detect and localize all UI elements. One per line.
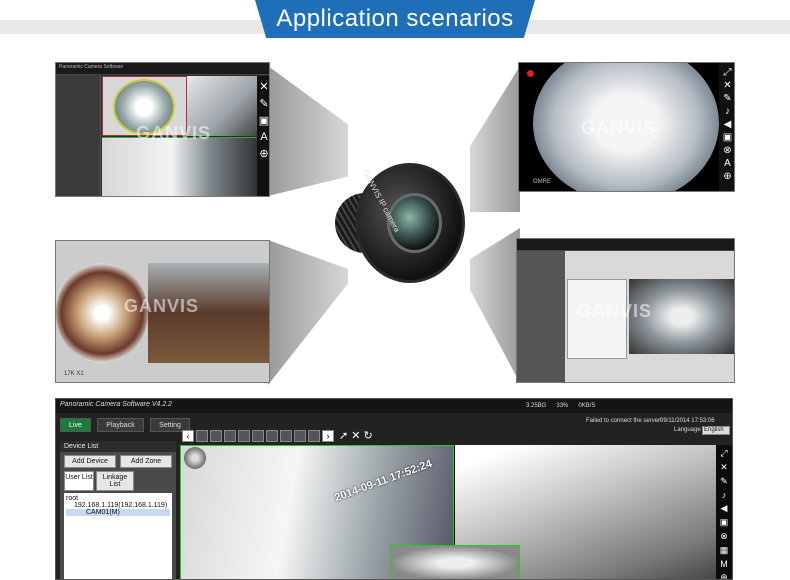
- close-icon[interactable]: ✕: [720, 462, 728, 473]
- tab-live[interactable]: Live: [60, 418, 91, 432]
- language-select[interactable]: English: [702, 426, 730, 435]
- layout-6-icon[interactable]: [266, 429, 278, 442]
- camera-icon[interactable]: ▣: [259, 114, 269, 127]
- software-titlebar: [517, 239, 734, 251]
- layout-8-icon[interactable]: [294, 429, 306, 442]
- mini-fisheye: [184, 447, 206, 469]
- cpu-usage: 33%: [556, 403, 569, 409]
- main-tabs: Live Playback Setting: [60, 414, 192, 432]
- speaker-icon[interactable]: ◀: [721, 503, 728, 514]
- watermark: GANVIS: [124, 296, 200, 316]
- close-icon[interactable]: ✕: [723, 80, 731, 91]
- software-title: Panoramic Camera Software V4.2.2: [56, 399, 732, 413]
- device-panel: Device List Add Device Add Zone User Lis…: [60, 441, 176, 579]
- record-indicator: [527, 70, 534, 77]
- zoom-icon[interactable]: ⤢: [724, 67, 732, 78]
- right-toolbar: ✕ ✎ ▣ A ⊕: [257, 76, 269, 196]
- camera-icon[interactable]: ▣: [723, 132, 732, 143]
- tree-camera[interactable]: CAM01(M): [66, 509, 170, 516]
- layout-9-icon[interactable]: [308, 429, 320, 442]
- software-titlebar: Panoramic Camera Software: [56, 63, 269, 75]
- tree-device[interactable]: 192.168.1.119(192.168.1.119): [66, 502, 170, 509]
- screenshot-software-playback: GANVIS: [516, 238, 735, 383]
- page-title: Application scenarios: [255, 0, 535, 38]
- mic-icon[interactable]: ♪: [725, 106, 730, 117]
- record-icon[interactable]: M: [720, 559, 728, 569]
- language-label: Language: [674, 427, 701, 433]
- view-toolbar: ‹ › ➚ ✕ ↻: [182, 429, 373, 442]
- beam-bottom-right: [470, 228, 520, 383]
- test-caption: Test by 3mp: [80, 563, 145, 577]
- tree-root[interactable]: root: [66, 495, 170, 502]
- tools-icon[interactable]: ✎: [720, 476, 728, 487]
- zoom-in-icon[interactable]: ⊕: [723, 171, 731, 182]
- device-sidebar: [517, 251, 565, 382]
- tab-user-list[interactable]: User List: [64, 471, 94, 491]
- fisheye-lens-photo: GANVIS IP camera: [330, 155, 470, 295]
- layout-7-icon[interactable]: [280, 429, 292, 442]
- net-rate: 0KB/S: [578, 403, 596, 409]
- layout-5-icon[interactable]: [252, 429, 264, 442]
- settings-icon[interactable]: ⊗: [720, 531, 728, 542]
- screenshot-software-quad: Panoramic Camera Software ✕ ✎ ▣ A ⊕ GANV…: [55, 62, 270, 197]
- add-zone-button[interactable]: Add Zone: [120, 455, 172, 468]
- video-tile-inset: [390, 545, 520, 579]
- add-device-button[interactable]: Add Device: [64, 455, 116, 468]
- disk-usage: 3.25BG: [526, 403, 547, 409]
- speaker-icon[interactable]: ◀: [724, 119, 732, 130]
- text-icon[interactable]: A: [260, 131, 267, 143]
- refresh-icon[interactable]: ↻: [363, 429, 372, 442]
- pointer-icon[interactable]: ➚: [339, 429, 348, 442]
- right-toolbar: ⤢ ✕ ✎ ♪ ◀ ▣ ⊗ ▦ M ⊕: [716, 445, 732, 579]
- view-label: 17K X1: [64, 371, 84, 377]
- layout-1-icon[interactable]: [196, 429, 208, 442]
- datetime: 09/11/2014 17:53:06: [660, 418, 715, 424]
- device-list-header: Device List: [60, 441, 176, 452]
- beam-top-right: [470, 66, 520, 212]
- zoom-in-icon[interactable]: ⊕: [259, 147, 268, 160]
- watermark: GANVIS: [581, 118, 657, 138]
- video-area: 2014-09-11 17:52:24: [180, 445, 716, 579]
- watermark: GANVIS: [577, 301, 653, 321]
- zoom-in-icon[interactable]: ⊕: [720, 572, 728, 579]
- tools-icon[interactable]: ✎: [259, 97, 268, 110]
- status-bar: 3.25BG 33% 0KB/S: [526, 403, 595, 409]
- tab-linkage-list[interactable]: Linkage List: [96, 471, 134, 491]
- device-sidebar: [56, 75, 101, 196]
- text-icon[interactable]: A: [724, 158, 731, 169]
- next-icon[interactable]: ›: [322, 429, 334, 442]
- server-message: Failed to connect the server!: [586, 418, 662, 424]
- corner-label: OMRE: [533, 179, 551, 185]
- camera-icon[interactable]: ▣: [720, 517, 729, 528]
- screenshot-meeting-room: GANVIS 17K X1: [55, 240, 270, 383]
- tab-playback[interactable]: Playback: [97, 418, 144, 432]
- screenshot-fisheye-full: GANVIS OMRE ⤢ ✕ ✎ ♪ ◀ ▣ ⊗ A ⊕: [518, 62, 735, 192]
- layout-2-icon[interactable]: [210, 429, 222, 442]
- screenshot-software-live: Panoramic Camera Software V4.2.2 Live Pl…: [55, 398, 733, 580]
- close-icon[interactable]: ✕: [351, 429, 360, 442]
- prev-icon[interactable]: ‹: [182, 429, 194, 442]
- panorama-view-bottom: [102, 137, 257, 196]
- close-icon[interactable]: ✕: [259, 80, 268, 93]
- settings-icon[interactable]: ⊗: [723, 145, 731, 156]
- tools-icon[interactable]: ✎: [723, 93, 731, 104]
- layout-3-icon[interactable]: [224, 429, 236, 442]
- layout-4-icon[interactable]: [238, 429, 250, 442]
- right-toolbar: ⤢ ✕ ✎ ♪ ◀ ▣ ⊗ A ⊕: [719, 63, 734, 191]
- grid-icon[interactable]: ▦: [720, 545, 729, 556]
- mic-icon[interactable]: ♪: [722, 490, 727, 500]
- watermark: GANVIS: [136, 123, 212, 143]
- zoom-icon[interactable]: ⤢: [720, 448, 727, 459]
